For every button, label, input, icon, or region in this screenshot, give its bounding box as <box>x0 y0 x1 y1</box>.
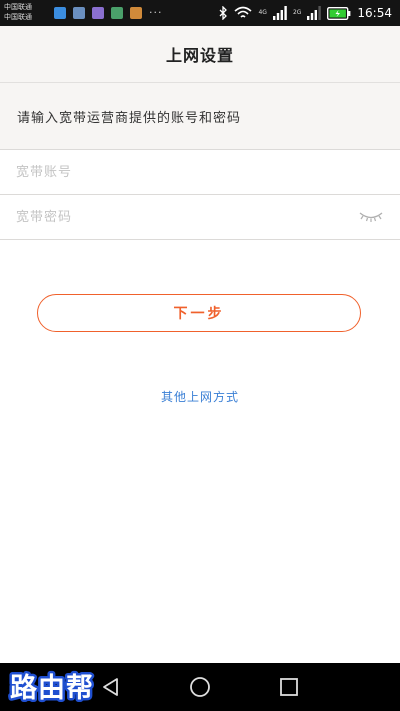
carrier-1-label: 中国联通 <box>4 3 32 11</box>
title-bar: 上网设置 <box>0 26 400 83</box>
more-notifications-icon: ··· <box>149 6 163 19</box>
carrier-info: 中国联通 中国联通 <box>4 2 32 22</box>
signal-2-icon <box>307 6 322 20</box>
password-input[interactable] <box>16 195 336 239</box>
notification-icons: ··· <box>54 7 163 19</box>
image-notification-icon <box>73 7 85 19</box>
message-notification-icon <box>54 7 66 19</box>
carrier-2-label: 中国联通 <box>4 13 32 21</box>
system-icons: 4G 2G 16:54 <box>218 4 392 22</box>
battery-icon <box>327 6 351 20</box>
next-step-button[interactable]: 下一步 <box>37 294 361 332</box>
status-clock: 16:54 <box>357 6 392 20</box>
instruction-text: 请输入宽带运营商提供的账号和密码 <box>17 111 242 126</box>
bluetooth-icon <box>220 6 228 20</box>
account-input[interactable] <box>16 150 336 194</box>
password-field-row <box>0 195 400 240</box>
recent-square-icon[interactable] <box>277 675 301 699</box>
wifi-icon <box>234 6 252 18</box>
calendar-notification-icon <box>130 7 142 19</box>
svg-text:路由帮: 路由帮 <box>10 672 94 704</box>
app-notification-icon <box>92 7 104 19</box>
eye-closed-icon[interactable] <box>358 208 384 226</box>
page-title: 上网设置 <box>165 46 234 65</box>
voicemail-notification-icon <box>111 7 123 19</box>
other-connection-methods-link[interactable]: 其他上网方式 <box>0 388 400 405</box>
instruction-section: 请输入宽带运营商提供的账号和密码 <box>0 83 400 150</box>
network-type-2-label: 2G <box>292 9 302 16</box>
signal-1-icon <box>272 6 287 20</box>
home-circle-icon[interactable] <box>188 675 212 699</box>
account-field-row <box>0 150 400 195</box>
network-type-1-label: 4G <box>258 9 267 16</box>
status-bar: 中国联通 中国联通 ··· 4G 2G 16:54 <box>0 0 400 26</box>
back-triangle-icon[interactable] <box>99 675 123 699</box>
luyoubang-watermark-logo: 路由帮 <box>8 670 96 707</box>
